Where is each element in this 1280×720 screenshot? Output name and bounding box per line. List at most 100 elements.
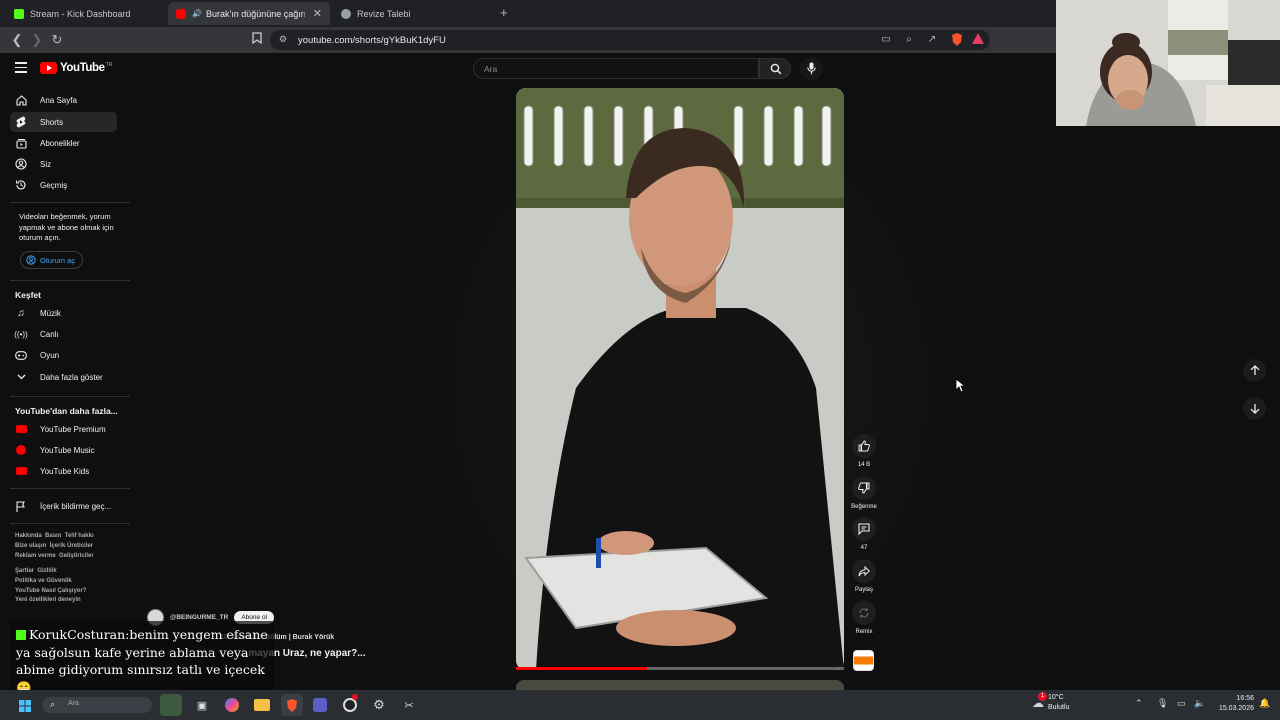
taskbar-search-box[interactable]: ⌕ Ara (42, 697, 152, 713)
taskbar-widget-icon[interactable] (160, 694, 182, 716)
sidebar-divider (10, 488, 130, 489)
tab-kick-dashboard[interactable]: Stream - Kick Dashboard (6, 2, 166, 25)
channel-name[interactable]: @BEINGURME_TR (170, 614, 228, 621)
sidebar-item-shorts[interactable]: Shorts (10, 112, 117, 132)
sidebar-divider (10, 202, 130, 203)
video-progress-bar[interactable] (516, 667, 844, 670)
youtube-music-icon (15, 444, 27, 456)
next-short-button[interactable] (1243, 397, 1266, 420)
notification-dot (352, 694, 358, 700)
search-button[interactable] (759, 58, 791, 79)
brave-rewards-icon[interactable] (971, 33, 985, 47)
arrow-up-icon (1250, 365, 1259, 375)
search-input[interactable]: Ara (473, 58, 759, 79)
youtube-logo[interactable]: YouTube TR (40, 62, 112, 74)
sidebar-item-history[interactable]: Geçmiş (10, 175, 117, 195)
back-arrow-icon[interactable]: ❮ (9, 32, 25, 48)
chevron-down-icon (15, 371, 27, 383)
footer-link[interactable]: Geliştiriciler (59, 553, 94, 559)
start-menu-icon[interactable] (14, 695, 36, 717)
footer-link[interactable]: Basın (45, 533, 61, 539)
browser-toolbar: ❮ ❯ ↻ ⚙ youtube.com/shorts/gYkBuK1dyFU ▭… (0, 27, 1056, 53)
cast-icon[interactable]: ▭ (879, 33, 893, 47)
volume-icon[interactable]: 🔈 (1194, 698, 1205, 709)
tab-revize-talebi[interactable]: Revize Talebi (333, 2, 493, 25)
footer-link[interactable]: Politika ve Güvenlik (15, 578, 72, 584)
taskbar-clock[interactable]: 16:56 15.03.2026 (1210, 694, 1254, 714)
site-info-icon[interactable]: ⚙ (279, 34, 287, 45)
signin-button[interactable]: Oturum aç (20, 251, 83, 269)
share-arrow-icon (858, 565, 870, 576)
footer-link[interactable]: Gizlilik (37, 568, 56, 574)
teams-icon[interactable] (309, 694, 331, 716)
comments-button[interactable]: 47 (851, 517, 877, 551)
url-text: youtube.com/shorts/gYkBuK1dyFU (298, 34, 446, 46)
settings-gear-icon[interactable]: ⚙ (368, 694, 390, 716)
history-icon (15, 179, 27, 191)
brave-shield-icon[interactable] (950, 33, 964, 47)
footer-link[interactable]: İçerik Üreticiler (50, 543, 93, 549)
page-favicon-icon (341, 8, 351, 19)
sidebar-show-more[interactable]: Daha fazla göster (10, 367, 117, 387)
signin-prompt: Videoları beğenmek, yorum yapmak ve abon… (19, 212, 114, 242)
sidebar-item-live[interactable]: ((•)) Canlı (10, 324, 117, 344)
footer-link[interactable]: Hakkında (15, 533, 42, 539)
streamer-webcam (1056, 0, 1280, 126)
music-icon: ♫ (17, 307, 25, 319)
like-button[interactable]: 14 B (851, 434, 877, 468)
kick-favicon-icon (14, 8, 24, 19)
zoom-icon[interactable]: ⌕ (902, 33, 916, 47)
footer-link[interactable]: Yeni özellikleri deneyin (15, 597, 81, 603)
sidebar-item-youtube-kids[interactable]: YouTube Kids (10, 461, 117, 481)
footer-link[interactable]: YouTube Nasıl Çalışıyor? (15, 588, 86, 594)
notification-bell-icon[interactable]: 🔔 (1259, 698, 1270, 709)
sidebar-item-home[interactable]: Ana Sayfa (10, 90, 117, 110)
bookmark-icon[interactable] (249, 32, 265, 48)
display-tray-icon[interactable]: ▭ (1177, 698, 1186, 709)
weather-widget[interactable]: ☁ 1 10°C Bulutlu (1032, 692, 1069, 713)
footer-link[interactable]: Bize ulaşın (15, 543, 46, 549)
youtube-kids-icon (15, 465, 27, 477)
hamburger-menu-icon[interactable] (15, 62, 27, 74)
sidebar-item-youtube-music[interactable]: YouTube Music (10, 440, 117, 460)
previous-short-button[interactable] (1243, 359, 1266, 382)
remix-icon (859, 608, 869, 618)
snipping-tool-icon[interactable]: ✂ (398, 694, 420, 716)
sidebar-item-music[interactable]: ♫ Müzik (10, 303, 117, 323)
tray-overflow-chevron-icon[interactable]: ⌃ (1135, 698, 1143, 709)
brave-browser-icon[interactable] (281, 694, 303, 716)
home-icon (15, 94, 27, 106)
dislike-label: Beğenme (851, 504, 877, 510)
task-view-icon[interactable]: ▣ (191, 694, 213, 716)
tab-label: Revize Talebi (357, 8, 411, 19)
share-icon[interactable]: ↗ (925, 33, 939, 47)
microphone-icon (807, 62, 816, 75)
sidebar-item-gaming[interactable]: Oyun (10, 345, 117, 365)
next-short-preview[interactable] (516, 680, 844, 690)
reload-icon[interactable]: ↻ (49, 32, 65, 48)
microphone-tray-icon[interactable]: 🎙 (1157, 698, 1168, 709)
sidebar-item-you[interactable]: Siz (10, 154, 117, 174)
forward-arrow-icon[interactable]: ❯ (29, 32, 45, 48)
footer-links-primary: Hakkında Basın Telif hakkı Bize ulaşın İ… (15, 532, 125, 561)
tab-youtube-short[interactable]: 🔊 Burak'ın düğününe çağırılma ✕ (168, 2, 330, 25)
sidebar-item-youtube-premium[interactable]: YouTube Premium (10, 419, 117, 439)
footer-link[interactable]: Şartlar (15, 568, 34, 574)
sidebar-item-report[interactable]: İçerik bildirme geç... (10, 496, 117, 516)
short-video-player[interactable] (516, 88, 844, 670)
share-button[interactable]: Paylaş (851, 559, 877, 593)
sidebar-item-subscriptions[interactable]: Abonelikler (10, 133, 117, 153)
weather-temperature: 10°C (1048, 694, 1064, 701)
dislike-button[interactable]: Beğenme (851, 476, 877, 510)
copilot-icon[interactable] (221, 694, 243, 716)
file-explorer-icon[interactable] (251, 694, 273, 716)
remix-button[interactable]: Remix (851, 601, 877, 635)
tab-close-icon[interactable]: ✕ (313, 7, 322, 20)
video-progress-fill (516, 667, 648, 670)
new-tab-button[interactable]: + (500, 5, 508, 20)
sidebar-divider (10, 280, 130, 281)
footer-link[interactable]: Reklam verme (15, 553, 56, 559)
sound-thumbnail[interactable] (853, 650, 874, 671)
footer-link[interactable]: Telif hakkı (65, 533, 94, 539)
voice-search-button[interactable] (800, 57, 823, 80)
